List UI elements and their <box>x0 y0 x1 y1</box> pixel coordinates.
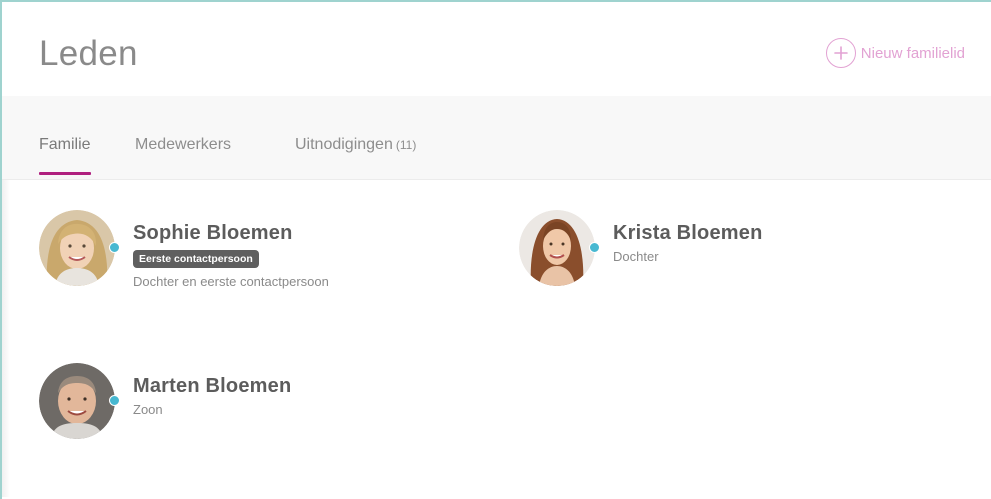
tab-uitnodigingen[interactable]: Uitnodigingen (11) <box>295 136 416 175</box>
new-family-member-label: Nieuw familielid <box>860 44 965 62</box>
avatar-container <box>39 363 120 439</box>
avatar <box>39 210 115 286</box>
member-card-krista[interactable]: Krista Bloemen Dochter <box>519 210 763 286</box>
member-info: Sophie Bloemen Eerste contactpersoon Doc… <box>133 210 329 289</box>
avatar-container <box>519 210 600 286</box>
status-dot-icon <box>589 242 600 253</box>
member-name: Sophie Bloemen <box>133 222 293 244</box>
member-role: Dochter <box>613 249 659 264</box>
member-name: Krista Bloemen <box>613 222 763 244</box>
member-role: Dochter en eerste contactpersoon <box>133 274 329 289</box>
status-dot-icon <box>109 395 120 406</box>
member-card-marten[interactable]: Marten Bloemen Zoon <box>39 363 291 439</box>
new-family-member-button[interactable]: Nieuw familielid <box>825 37 965 69</box>
page-header: Leden Nieuw familielid <box>2 2 991 96</box>
tab-count: (11) <box>395 138 417 152</box>
tab-bar: Familie Medewerkers Uitnodigingen (11) <box>2 96 991 180</box>
member-info: Krista Bloemen Dochter <box>613 210 763 264</box>
member-info: Marten Bloemen Zoon <box>133 363 291 417</box>
tab-medewerkers[interactable]: Medewerkers <box>135 136 231 175</box>
tab-label: Uitnodigingen <box>295 136 393 153</box>
plus-circle-icon <box>825 38 856 68</box>
member-card-sophie[interactable]: Sophie Bloemen Eerste contactpersoon Doc… <box>39 210 329 289</box>
page-title: Leden <box>39 34 138 73</box>
tab-label: Medewerkers <box>135 136 232 153</box>
member-name: Marten Bloemen <box>133 375 292 397</box>
tab-label: Familie <box>39 136 91 153</box>
status-dot-icon <box>109 242 120 253</box>
primary-contact-badge: Eerste contactpersoon <box>133 250 259 268</box>
tab-familie[interactable]: Familie <box>39 136 91 175</box>
avatar-container <box>39 210 120 286</box>
member-role: Zoon <box>133 402 163 417</box>
avatar <box>39 363 115 439</box>
avatar <box>519 210 595 286</box>
